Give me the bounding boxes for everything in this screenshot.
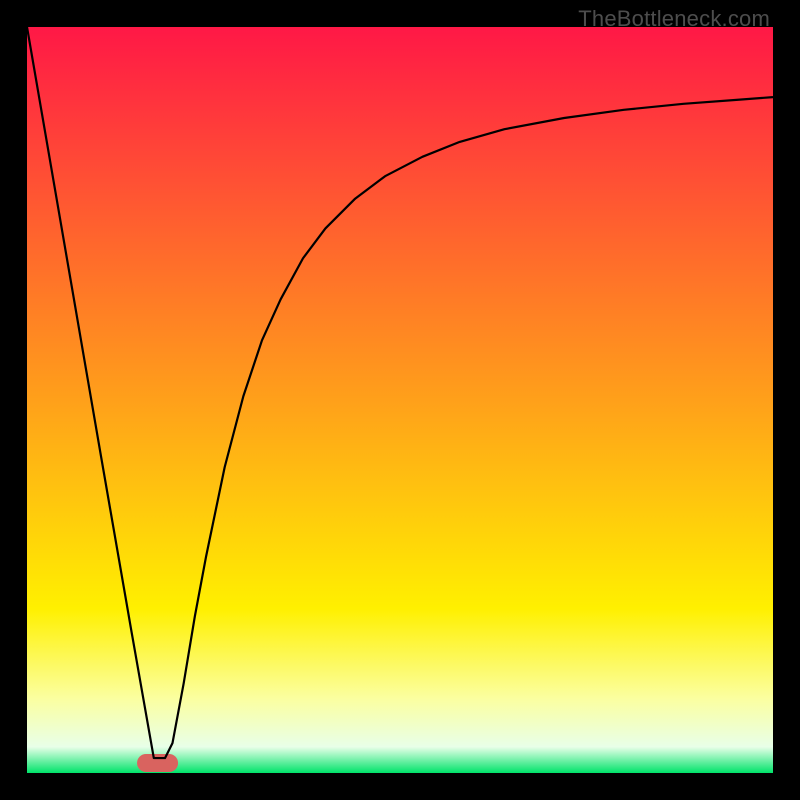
target-marker: [137, 754, 178, 772]
chart-svg: [27, 27, 773, 773]
plot-area: [27, 27, 773, 773]
gradient-background: [27, 27, 773, 773]
chart-frame: TheBottleneck.com: [0, 0, 800, 800]
watermark-text: TheBottleneck.com: [578, 6, 770, 32]
